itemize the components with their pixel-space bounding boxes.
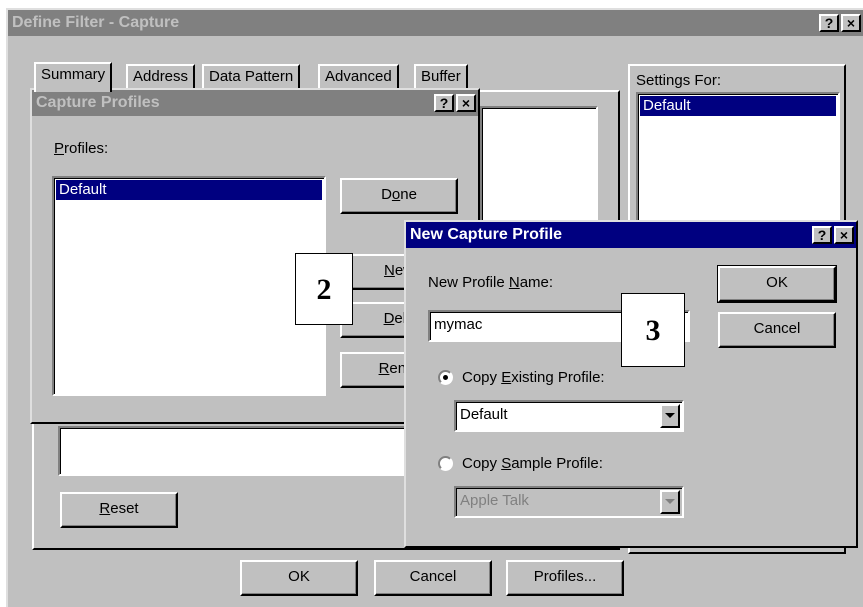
tab-advanced[interactable]: Advanced [318, 64, 399, 90]
profiles-list[interactable]: Default [52, 176, 326, 396]
settings-for-label: Settings For: [636, 72, 722, 89]
step-3-callout: 3 [621, 293, 685, 367]
ok-button[interactable]: OK [240, 560, 358, 596]
new-profile-name-label: New Profile Name: [428, 274, 554, 291]
new-profile-ok-button[interactable]: OK [717, 265, 837, 303]
cancel-button[interactable]: Cancel [374, 560, 492, 596]
tab-summary[interactable]: Summary [34, 62, 113, 92]
close-icon[interactable]: × [456, 94, 476, 112]
copy-sample-label[interactable]: Copy Sample Profile: [462, 455, 603, 472]
summary-text-box[interactable] [58, 426, 418, 476]
existing-profile-combo[interactable]: Default [454, 400, 684, 432]
copy-existing-label[interactable]: Copy Existing Profile: [462, 369, 605, 386]
help-icon[interactable]: ? [434, 94, 454, 112]
chevron-down-icon[interactable] [660, 404, 680, 428]
summary-list[interactable] [480, 106, 598, 236]
help-icon[interactable]: ? [819, 14, 839, 32]
capture-profiles-title: Capture Profiles [36, 94, 160, 111]
settings-for-selected[interactable]: Default [640, 96, 836, 116]
new-capture-profile-dialog: New Capture Profile ? × New Profile Name… [404, 220, 858, 548]
radio-selected-dot [443, 375, 448, 380]
done-button[interactable]: Done [340, 178, 458, 214]
new-capture-profile-titlebar: New Capture Profile ? × [406, 222, 856, 248]
tab-address[interactable]: Address [126, 64, 196, 90]
profiles-button[interactable]: Profiles... [506, 560, 624, 596]
reset-button[interactable]: Reset [60, 492, 178, 528]
sample-profile-combo[interactable]: Apple Talk [454, 486, 684, 518]
chevron-down-icon[interactable] [660, 490, 680, 514]
profiles-label: Profiles: [54, 140, 109, 157]
tab-data-pattern[interactable]: Data Pattern [202, 64, 301, 90]
copy-existing-radio[interactable] [438, 370, 453, 385]
help-icon[interactable]: ? [812, 226, 832, 244]
close-icon[interactable]: × [834, 226, 854, 244]
new-capture-profile-title: New Capture Profile [410, 226, 563, 243]
define-filter-title: Define Filter - Capture [12, 14, 180, 31]
capture-profiles-titlebar: Capture Profiles ? × [32, 90, 478, 116]
tab-buffer[interactable]: Buffer [414, 64, 468, 90]
step-2-callout: 2 [295, 253, 353, 325]
copy-sample-radio[interactable] [438, 456, 453, 471]
close-icon[interactable]: × [841, 14, 861, 32]
define-filter-titlebar: Define Filter - Capture ? × [8, 10, 863, 36]
new-profile-cancel-button[interactable]: Cancel [718, 312, 836, 348]
profiles-list-selected[interactable]: Default [56, 180, 322, 200]
